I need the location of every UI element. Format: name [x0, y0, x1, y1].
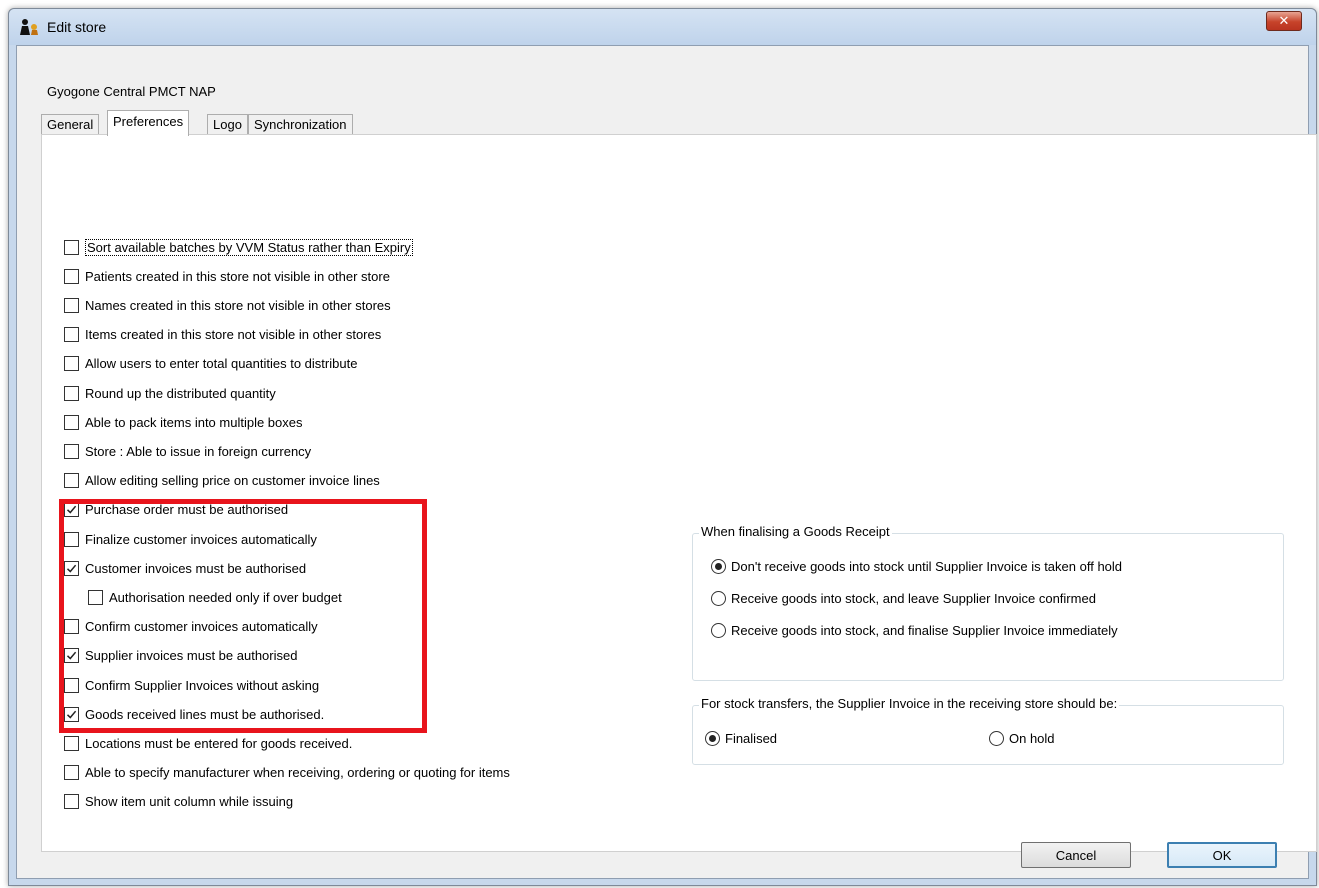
checkbox-unchecked[interactable]	[64, 735, 79, 751]
radio-unselected[interactable]	[989, 730, 1004, 746]
radio-selected[interactable]	[711, 558, 726, 574]
radio-unselected[interactable]	[711, 590, 726, 606]
radio-option[interactable]: Don't receive goods into stock until Sup…	[711, 556, 1122, 576]
checkbox-unchecked[interactable]	[64, 356, 79, 372]
preference-checkbox-row[interactable]: Allow users to enter total quantities to…	[64, 354, 357, 374]
preference-label: Store : Able to issue in foreign currenc…	[85, 443, 312, 459]
preference-label: Items created in this store not visible …	[85, 327, 382, 343]
radio-dot-icon	[715, 562, 722, 570]
preference-label: Round up the distributed quantity	[85, 385, 276, 401]
radio-option[interactable]: Receive goods into stock, and finalise S…	[711, 620, 1118, 640]
radio-label: Finalised	[725, 730, 778, 746]
preference-checkbox-row[interactable]: Allow editing selling price on customer …	[64, 471, 380, 491]
preference-checkbox-row[interactable]: Store : Able to issue in foreign currenc…	[64, 441, 311, 461]
preference-checkbox-row[interactable]: Able to pack items into multiple boxes	[64, 412, 303, 432]
preference-checkbox-row[interactable]: Round up the distributed quantity	[64, 383, 276, 403]
app-logo-icon	[20, 19, 38, 35]
tab-preferences[interactable]: Preferences	[107, 110, 190, 136]
radio-label: Receive goods into stock, and leave Supp…	[731, 590, 1096, 606]
checkbox-unchecked[interactable]	[64, 794, 79, 810]
preference-checkbox-row[interactable]: Names created in this store not visible …	[64, 295, 391, 315]
radio-dot-icon	[709, 734, 716, 742]
close-button[interactable]: ✕	[1266, 11, 1302, 31]
preference-label: Able to pack items into multiple boxes	[85, 414, 303, 430]
window-title: Edit store	[47, 19, 107, 35]
preference-checkbox-row[interactable]: Patients created in this store not visib…	[64, 266, 390, 286]
radio-option[interactable]: On hold	[989, 728, 1055, 748]
preferences-panel: Sort available batches by VVM Status rat…	[41, 134, 1317, 852]
checkbox-unchecked[interactable]	[64, 327, 79, 343]
radio-label: Don't receive goods into stock until Sup…	[731, 558, 1123, 574]
radio-unselected[interactable]	[711, 622, 726, 638]
preference-label: Allow users to enter total quantities to…	[85, 356, 358, 372]
preference-checkbox-row[interactable]: Items created in this store not visible …	[64, 325, 381, 345]
radio-label: Receive goods into stock, and finalise S…	[731, 622, 1118, 638]
preference-checkbox-row[interactable]: Show item unit column while issuing	[64, 792, 293, 812]
radio-selected[interactable]	[705, 730, 720, 746]
preference-label: Allow editing selling price on customer …	[85, 473, 380, 489]
cancel-button[interactable]: Cancel	[1021, 842, 1131, 868]
radio-label: On hold	[1009, 730, 1055, 746]
authorisation-highlight-box	[59, 499, 427, 733]
preference-checkbox-row[interactable]: Able to specify manufacturer when receiv…	[64, 763, 510, 783]
goods-receipt-group-title: When finalising a Goods Receipt	[699, 524, 892, 539]
ok-button[interactable]: OK	[1167, 842, 1277, 868]
title-bar[interactable]: Edit store ✕	[9, 9, 1316, 45]
stock-transfer-group-title: For stock transfers, the Supplier Invoic…	[699, 696, 1120, 711]
radio-option[interactable]: Finalised	[705, 728, 777, 748]
edit-store-dialog: Edit store ✕ Gyogone Central PMCT NAP Ge…	[8, 8, 1317, 886]
preference-checkbox-row[interactable]: Sort available batches by VVM Status rat…	[64, 237, 413, 257]
close-icon: ✕	[1278, 13, 1290, 28]
preference-label: Sort available batches by VVM Status rat…	[85, 238, 413, 256]
checkbox-unchecked[interactable]	[64, 268, 79, 284]
store-name: Gyogone Central PMCT NAP	[47, 84, 216, 99]
tab-logo[interactable]: Logo	[207, 114, 248, 135]
stock-transfer-group: For stock transfers, the Supplier Invoic…	[692, 696, 1284, 765]
checkbox-unchecked[interactable]	[64, 239, 79, 255]
preference-label: Show item unit column while issuing	[85, 794, 294, 810]
checkbox-unchecked[interactable]	[64, 443, 79, 459]
preference-label: Patients created in this store not visib…	[85, 268, 390, 284]
preference-label: Names created in this store not visible …	[85, 297, 391, 313]
tab-synchronization[interactable]: Synchronization	[248, 114, 353, 135]
tab-general[interactable]: General	[41, 114, 100, 135]
checkbox-unchecked[interactable]	[64, 414, 79, 430]
preference-label: Able to specify manufacturer when receiv…	[85, 765, 510, 781]
checkbox-unchecked[interactable]	[64, 473, 79, 489]
preference-checkbox-row[interactable]: Locations must be entered for goods rece…	[64, 733, 352, 753]
goods-receipt-group: When finalising a Goods Receipt Don't re…	[692, 524, 1284, 681]
checkbox-unchecked[interactable]	[64, 297, 79, 313]
checkbox-unchecked[interactable]	[64, 385, 79, 401]
radio-option[interactable]: Receive goods into stock, and leave Supp…	[711, 588, 1096, 608]
checkbox-unchecked[interactable]	[64, 765, 79, 781]
dialog-body: Gyogone Central PMCT NAP General Prefere…	[16, 45, 1317, 879]
preference-label: Locations must be entered for goods rece…	[85, 735, 353, 751]
